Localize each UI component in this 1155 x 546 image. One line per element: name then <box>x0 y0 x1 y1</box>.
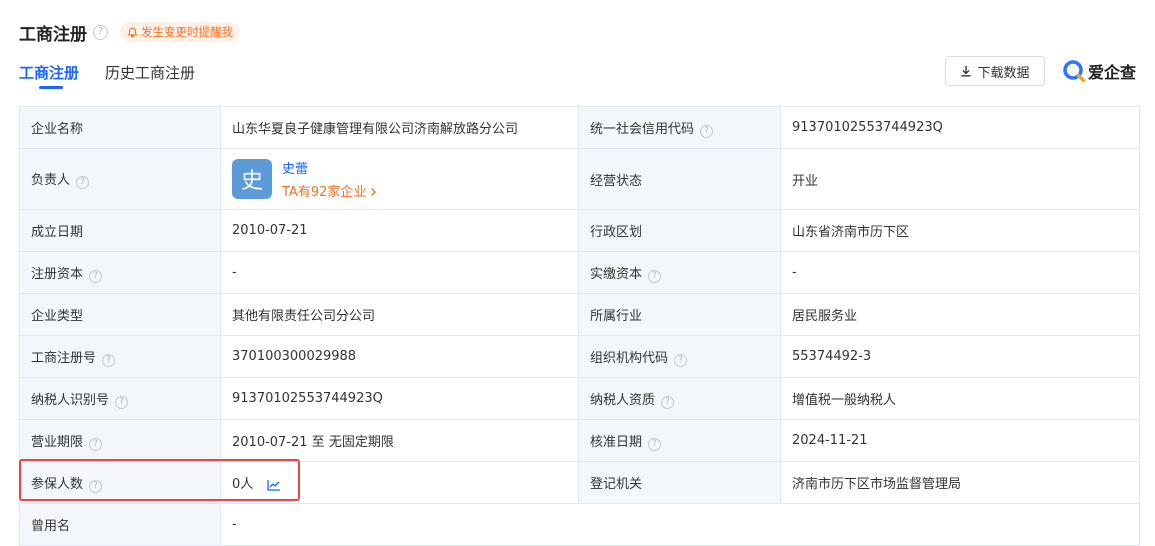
owner-name-link[interactable]: 史蕾 <box>282 158 378 177</box>
avatar[interactable]: 史 <box>232 159 272 199</box>
table-row: 参保人数? 0人 登记机关 济南市历下区市场监督管理局 <box>19 461 1140 504</box>
trend-chart-icon[interactable] <box>267 479 281 491</box>
company-name-label: 企业名称 <box>19 106 221 149</box>
reg-capital-value: - <box>220 251 579 294</box>
download-icon <box>961 66 971 77</box>
company-name-value: 山东华夏良子健康管理有限公司济南解放路分公司 <box>220 106 579 149</box>
former-name-label: 曾用名 <box>19 503 221 546</box>
aiqicha-logo: 爱企查 <box>1062 59 1136 83</box>
help-icon[interactable]: ? <box>661 395 675 409</box>
org-code-label: 组织机构代码? <box>578 335 781 378</box>
table-row: 营业期限? 2010-07-21 至 无固定期限 核准日期? 2024-11-2… <box>19 419 1140 462</box>
table-row: 纳税人识别号? 91370102553744923Q 纳税人资质? 增值税一般纳… <box>19 377 1140 420</box>
download-label: 下载数据 <box>977 65 1030 81</box>
reg-no-label: 工商注册号? <box>19 335 221 378</box>
change-reminder-button[interactable]: 发生变更时提醒我 <box>120 22 240 42</box>
credit-code-value: 91370102553744923Q <box>780 106 1140 149</box>
table-row: 成立日期 2010-07-21 行政区划 山东省济南市历下区 <box>19 209 1140 252</box>
owner-label: 负责人? <box>19 148 221 210</box>
registration-info-table: 企业名称 山东华夏良子健康管理有限公司济南解放路分公司 统一社会信用代码? 91… <box>19 106 1140 546</box>
reminder-label: 发生变更时提醒我 <box>141 25 233 39</box>
help-icon[interactable]: ? <box>102 353 116 367</box>
region-label: 行政区划 <box>578 209 781 252</box>
help-icon[interactable]: ? <box>115 395 129 409</box>
type-value: 其他有限责任公司分公司 <box>220 293 579 336</box>
table-row: 注册资本? - 实缴资本? - <box>19 251 1140 294</box>
insured-label: 参保人数? <box>19 461 221 504</box>
help-icon[interactable]: ? <box>89 269 103 283</box>
term-value: 2010-07-21 至 无固定期限 <box>220 419 579 462</box>
help-icon[interactable]: ? <box>93 24 108 40</box>
authority-value: 济南市历下区市场监督管理局 <box>780 461 1140 504</box>
owner-value: 史 史蕾 TA有92家企业 <box>220 148 579 210</box>
paid-capital-label: 实缴资本? <box>578 251 781 294</box>
tab-business-registration[interactable]: 工商注册 <box>19 62 79 89</box>
help-icon[interactable]: ? <box>89 479 103 493</box>
magnifier-logo-icon <box>1063 60 1086 83</box>
approved-value: 2024-11-21 <box>780 419 1140 462</box>
paid-capital-value: - <box>780 251 1140 294</box>
table-row: 企业名称 山东华夏良子健康管理有限公司济南解放路分公司 统一社会信用代码? 91… <box>19 106 1140 149</box>
page-title: 工商注册 <box>19 24 87 45</box>
chevron-right-icon <box>371 188 377 196</box>
taxpayer-qual-value: 增值税一般纳税人 <box>780 377 1140 420</box>
org-code-value: 55374492-3 <box>780 335 1140 378</box>
taxpayer-qual-label: 纳税人资质? <box>578 377 781 420</box>
status-value: 开业 <box>780 148 1140 210</box>
taxpayer-id-label: 纳税人识别号? <box>19 377 221 420</box>
founded-label: 成立日期 <box>19 209 221 252</box>
founded-value: 2010-07-21 <box>220 209 579 252</box>
table-row: 曾用名 - <box>19 503 1140 546</box>
industry-value: 居民服务业 <box>780 293 1140 336</box>
term-label: 营业期限? <box>19 419 221 462</box>
tab-history-registration[interactable]: 历史工商注册 <box>105 62 195 88</box>
taxpayer-id-value: 91370102553744923Q <box>220 377 579 420</box>
help-icon[interactable]: ? <box>648 437 662 451</box>
help-icon[interactable]: ? <box>89 437 103 451</box>
table-row: 企业类型 其他有限责任公司分公司 所属行业 居民服务业 <box>19 293 1140 336</box>
former-name-value: - <box>220 503 1140 546</box>
insured-value: 0人 <box>220 461 579 504</box>
help-icon[interactable]: ? <box>674 353 688 367</box>
bell-icon <box>127 27 138 37</box>
help-icon[interactable]: ? <box>648 269 662 283</box>
status-label: 经营状态 <box>578 148 781 210</box>
industry-label: 所属行业 <box>578 293 781 336</box>
table-row: 工商注册号? 370100300029988 组织机构代码? 55374492-… <box>19 335 1140 378</box>
help-icon[interactable]: ? <box>76 176 90 189</box>
approved-label: 核准日期? <box>578 419 781 462</box>
section-header: 工商注册 ? 发生变更时提醒我 <box>19 20 240 45</box>
reg-capital-label: 注册资本? <box>19 251 221 294</box>
authority-label: 登记机关 <box>578 461 781 504</box>
tab-bar: 工商注册 历史工商注册 <box>19 62 221 89</box>
logo-text: 爱企查 <box>1088 63 1137 82</box>
region-value: 山东省济南市历下区 <box>780 209 1140 252</box>
download-data-button[interactable]: 下载数据 <box>945 56 1045 86</box>
help-icon[interactable]: ? <box>700 124 714 138</box>
table-row: 负责人? 史 史蕾 TA有92家企业 经营状态 开业 <box>19 148 1140 210</box>
type-label: 企业类型 <box>19 293 221 336</box>
reg-no-value: 370100300029988 <box>220 335 579 378</box>
credit-code-label: 统一社会信用代码? <box>578 106 781 149</box>
owner-companies-link[interactable]: TA有92家企业 <box>282 181 378 200</box>
